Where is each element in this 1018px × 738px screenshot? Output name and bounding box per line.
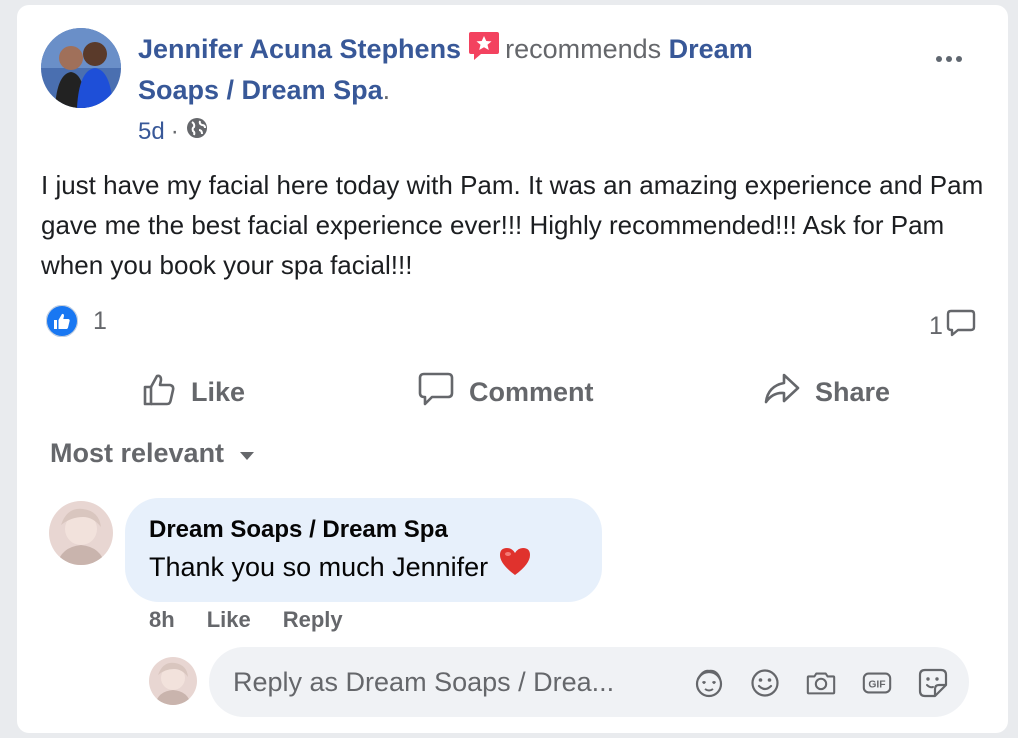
reply-avatar [149,657,197,705]
share-icon [763,371,801,414]
post-time[interactable]: 5d [138,118,165,146]
avatar-sticker-icon[interactable] [693,667,725,699]
comment-text: Thank you so much Jennifer [149,551,489,582]
comment-button[interactable]: Comment [417,369,594,415]
like-reaction-icon[interactable] [44,303,80,339]
emoji-icon[interactable] [749,667,781,699]
header-period: . [382,75,391,105]
comment-label: Comment [469,376,594,407]
camera-icon[interactable] [805,667,837,699]
comment-like-button[interactable]: Like [207,607,251,633]
comment-count[interactable]: 1 [929,307,977,346]
author-avatar[interactable] [41,28,121,108]
gif-icon[interactable]: GIF [861,667,893,699]
caret-down-icon [240,451,255,460]
red-heart-icon [498,546,532,587]
share-label: Share [815,376,891,407]
comment-count-number: 1 [929,312,943,340]
like-label: Like [191,376,246,407]
post-text: I just have my facial here today with Pa… [41,170,984,280]
globe-icon [185,116,209,147]
sort-label: Most relevant [50,438,225,468]
recommend-icon [467,30,501,62]
share-button[interactable]: Share [763,369,890,415]
comment-author[interactable]: Dream Soaps / Dream Spa [149,514,578,546]
more-dot [956,56,962,62]
author-name[interactable]: Jennifer Acuna Stephens [138,34,461,64]
more-options-button[interactable] [929,49,969,69]
comment-bubble: Dream Soaps / Dream Spa Thank you so muc… [125,498,602,602]
commenter-avatar[interactable] [49,501,113,565]
comment-bubble-icon [945,307,977,346]
comment-sort-dropdown[interactable]: Most relevant [50,438,255,469]
more-dot [946,56,952,62]
comment-actions: 8h Like Reply [149,607,343,633]
recommends-text: recommends [505,34,662,64]
comment-reply-button[interactable]: Reply [283,607,343,633]
comment-icon [417,371,455,414]
reaction-count[interactable]: 1 [93,307,107,336]
comment-time[interactable]: 8h [149,607,175,633]
sticker-icon[interactable] [917,667,949,699]
more-dot [936,56,942,62]
comment-text-row: Thank you so much Jennifer ❤️ [149,546,578,587]
reply-box: GIF [209,647,969,717]
post-card: Jennifer Acuna Stephens recommends Dream … [17,5,1008,733]
post-meta: 5d · [138,116,209,147]
thumbs-up-icon [141,371,177,414]
like-button[interactable]: Like [141,369,245,415]
meta-separator: · [170,117,179,145]
svg-text:GIF: GIF [868,680,885,691]
post-header: Jennifer Acuna Stephens recommends Dream … [138,29,838,111]
reply-input[interactable] [233,647,673,717]
